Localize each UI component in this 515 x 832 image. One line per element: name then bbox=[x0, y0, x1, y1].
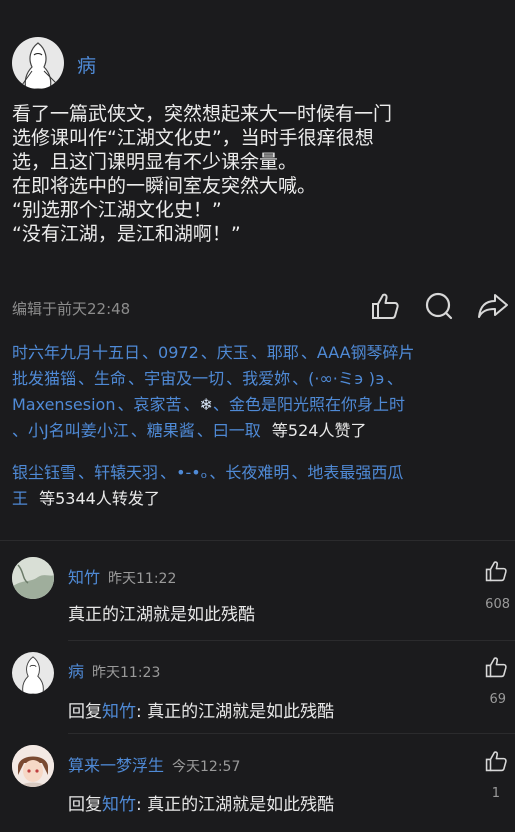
comment-text: 真正的江湖就是如此残酷 bbox=[68, 605, 255, 625]
post-line: 看了一篇武侠文，突然想起来大一时候有一门 bbox=[12, 103, 393, 125]
comment-like-button[interactable] bbox=[484, 750, 508, 772]
reply-text: : 真正的江湖就是如此残酷 bbox=[136, 795, 335, 815]
post-line: 选修课叫作“江湖文化史”，当时手很痒很想 bbox=[12, 127, 374, 149]
comment-time: 昨天11:23 bbox=[92, 665, 161, 681]
reply-target[interactable]: 知竹 bbox=[102, 702, 136, 722]
comment-header: 算来一梦浮生 今天12:57 bbox=[68, 752, 240, 776]
reply-prefix: 回复 bbox=[68, 795, 102, 815]
reply-text: : 真正的江湖就是如此残酷 bbox=[136, 702, 335, 722]
likers-line: Maxensesion 、哀家苦 、❄、金色是阳光照在你身上时 bbox=[12, 395, 405, 414]
like-button[interactable] bbox=[370, 292, 400, 320]
author-name[interactable]: 病 bbox=[77, 51, 96, 78]
liker-link[interactable]: 宇宙及一切 bbox=[144, 369, 224, 388]
edited-time: 编辑于前天22:48 bbox=[12, 300, 131, 318]
commenter-avatar[interactable] bbox=[12, 745, 54, 787]
comment-like-button[interactable] bbox=[484, 656, 508, 678]
reposter-link[interactable]: 长夜难明 bbox=[225, 463, 289, 482]
likes-summary[interactable]: 等524人赞了 bbox=[272, 421, 367, 440]
reply-target[interactable]: 知竹 bbox=[102, 795, 136, 815]
reposter-link[interactable]: 轩辕天羽 bbox=[94, 463, 158, 482]
liker-link[interactable]: Maxensesion bbox=[12, 395, 115, 414]
landscape-avatar-icon bbox=[12, 557, 54, 599]
liker-link[interactable]: AAA钢琴碎片 bbox=[317, 343, 415, 362]
liker-link[interactable]: 0972 bbox=[158, 343, 199, 362]
liker-link[interactable]: 批发猫锱 bbox=[12, 369, 76, 388]
reposter-link[interactable]: 王 bbox=[12, 489, 28, 508]
reply-prefix: 回复 bbox=[68, 702, 102, 722]
liker-link[interactable]: 耶耶 bbox=[267, 343, 299, 362]
liker-link[interactable]: 庆玉 bbox=[217, 343, 249, 362]
sketch-avatar-icon bbox=[21, 42, 57, 89]
liker-link[interactable]: 生命 bbox=[94, 369, 126, 388]
reposter-link[interactable]: 地表最强西瓜 bbox=[307, 463, 403, 482]
likers-list: 时六年九月十五日 、0972 、庆玉 、耶耶 、AAA钢琴碎片 批发猫锱 、生命 、宇宙及一… bbox=[12, 340, 507, 444]
comment-like-count: 69 bbox=[489, 692, 506, 707]
snowflake-liker[interactable]: ❄ bbox=[200, 395, 213, 414]
anime-character-avatar-icon bbox=[12, 745, 54, 787]
sketch-avatar-icon bbox=[22, 656, 44, 694]
liker-link[interactable]: 时六年九月十五日 bbox=[12, 343, 140, 362]
reposters-list: 银尘钰雪 、轩辕天羽 、•-•ₒ 、长夜难明 、地表最强西瓜 王 等5344人转发了 bbox=[12, 460, 507, 512]
author-avatar[interactable] bbox=[12, 37, 64, 89]
thumbs-up-icon bbox=[485, 657, 507, 678]
comment-text: 回复知竹: 真正的江湖就是如此残酷 bbox=[68, 790, 334, 815]
liker-link[interactable]: 哀家苦 bbox=[133, 395, 181, 414]
share-button[interactable] bbox=[477, 292, 509, 320]
comment-divider bbox=[68, 733, 515, 734]
thumbs-up-icon bbox=[485, 751, 507, 772]
comment-header: 知竹 昨天11:22 bbox=[68, 564, 176, 588]
post-line: 选，且这门课明显有不少课余量。 bbox=[12, 151, 298, 173]
section-divider bbox=[0, 540, 515, 541]
commenter-name[interactable]: 算来一梦浮生 bbox=[68, 756, 164, 775]
comment-like-button[interactable] bbox=[484, 560, 508, 582]
reposts-summary[interactable]: 等5344人转发了 bbox=[39, 489, 160, 508]
reposter-link[interactable]: •-•ₒ bbox=[176, 463, 207, 482]
liker-link[interactable]: 小J名叫姜小江 bbox=[28, 421, 129, 440]
commenter-avatar[interactable] bbox=[12, 652, 54, 694]
commenter-name[interactable]: 病 bbox=[68, 662, 84, 681]
post-line: 在即将选中的一瞬间室友突然大喊。 bbox=[12, 175, 317, 197]
share-arrow-icon bbox=[478, 294, 508, 318]
comment-time: 昨天11:22 bbox=[108, 571, 177, 587]
comment-button[interactable] bbox=[424, 292, 454, 320]
speech-bubble-icon bbox=[425, 292, 453, 320]
thumbs-up-icon bbox=[485, 561, 507, 582]
reposters-line: 王 等5344人转发了 bbox=[12, 486, 507, 512]
comment-like-count: 1 bbox=[491, 786, 500, 801]
comment-like-count: 608 bbox=[485, 597, 510, 612]
comment-divider bbox=[68, 640, 515, 641]
reposter-link[interactable]: 银尘钰雪 bbox=[12, 463, 76, 482]
liker-link[interactable]: 金色是阳光照在你身上时 bbox=[229, 395, 405, 414]
liker-link[interactable]: 曰一取 bbox=[213, 421, 261, 440]
post-line: “没有江湖，是江和湖啊！” bbox=[12, 223, 241, 245]
liker-link[interactable]: 糖果酱 bbox=[147, 421, 195, 440]
likers-line: 批发猫锱 、生命 、宇宙及一切 、我爱妳 、(·∞·ミ϶ )϶、 bbox=[12, 369, 403, 388]
likers-line: 、小J名叫姜小江 、糖果酱 、曰一取 等524人赞了 bbox=[12, 421, 367, 440]
commenter-name[interactable]: 知竹 bbox=[68, 568, 100, 587]
reposters-line: 银尘钰雪 、轩辕天羽 、•-•ₒ 、长夜难明 、地表最强西瓜 bbox=[12, 463, 404, 482]
thumbs-up-icon bbox=[372, 293, 399, 319]
comment-text: 回复知竹: 真正的江湖就是如此残酷 bbox=[68, 697, 334, 722]
comment-header: 病昨天11:23 bbox=[68, 658, 160, 682]
comment-time: 今天12:57 bbox=[172, 759, 241, 775]
likers-line: 时六年九月十五日 、0972 、庆玉 、耶耶 、AAA钢琴碎片 bbox=[12, 343, 415, 362]
post-line: “别选那个江湖文化史！” bbox=[12, 199, 222, 221]
commenter-avatar[interactable] bbox=[12, 557, 54, 599]
post-body: 看了一篇武侠文，突然想起来大一时候有一门 选修课叫作“江湖文化史”，当时手很痒很… bbox=[12, 102, 507, 246]
liker-link[interactable]: 我爱妳 bbox=[242, 369, 290, 388]
liker-link[interactable]: (·∞·ミ϶ )϶ bbox=[308, 369, 385, 388]
